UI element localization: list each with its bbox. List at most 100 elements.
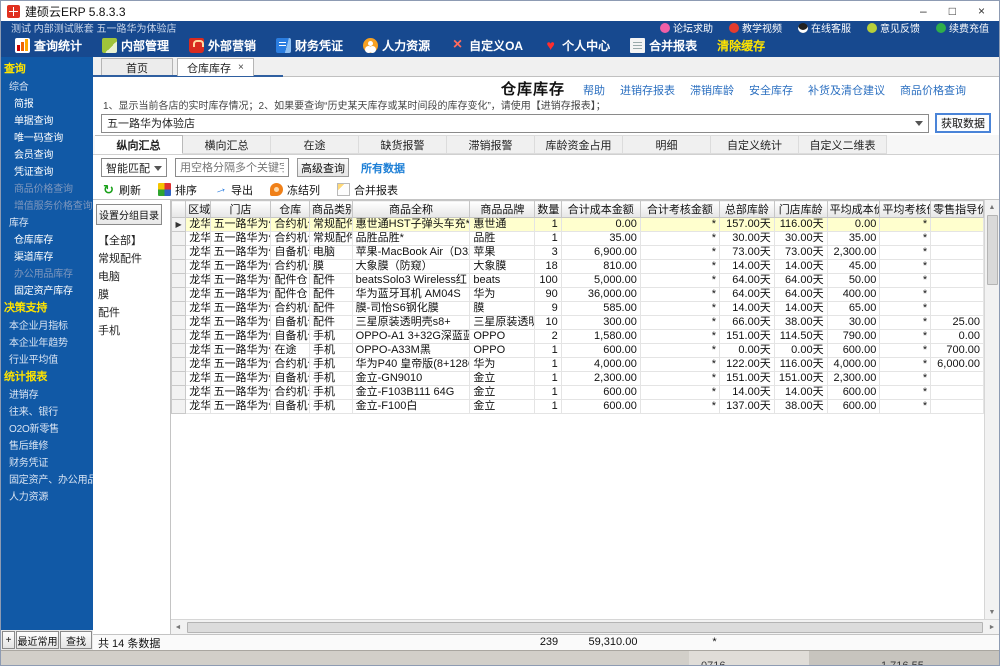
group-item[interactable]: 手机 xyxy=(96,321,167,339)
group-item[interactable]: 【全部】 xyxy=(96,231,167,249)
table-row[interactable]: 龙华五一路华为体验店在途手机OPPO-A33M黑OPPO1600.00*0.00… xyxy=(172,344,984,358)
sidebar-item[interactable]: 本企业年趋势 xyxy=(1,333,93,350)
sidebar-add-button[interactable]: + xyxy=(2,631,15,649)
sidebar-item[interactable]: 凭证查询 xyxy=(1,162,93,179)
toolbar-button[interactable]: 合并报表 xyxy=(337,182,398,198)
table-row[interactable]: ▶龙华五一路华为体验店合约机仓常规配件惠世通HST子弹头车充*惠世通10.00*… xyxy=(172,218,984,232)
scroll-down-icon[interactable]: ▼ xyxy=(985,605,999,619)
subtab[interactable]: 库龄资金占用 xyxy=(535,135,623,154)
subtab[interactable]: 横向汇总 xyxy=(183,135,271,154)
sidebar-item[interactable]: 综合 xyxy=(1,77,93,94)
column-header[interactable]: 平均成本价 xyxy=(827,201,880,218)
menu-item[interactable]: 人力资源 xyxy=(353,34,440,57)
match-mode-select[interactable]: 智能匹配 xyxy=(101,158,167,177)
sidebar-item[interactable]: O2O新零售 xyxy=(1,419,93,436)
subtab[interactable]: 在途 xyxy=(271,135,359,154)
store-select[interactable]: 五一路华为体验店 xyxy=(101,114,929,133)
column-header[interactable]: 商品全称 xyxy=(352,201,470,218)
page-link[interactable]: 进销存报表 xyxy=(620,82,675,98)
column-header[interactable]: 门店 xyxy=(210,201,271,218)
subtab[interactable]: 缺货报警 xyxy=(359,135,447,154)
recent-items-button[interactable]: 最近常用 xyxy=(16,631,59,649)
scroll-right-icon[interactable]: ► xyxy=(985,620,999,634)
sidebar-item[interactable]: 渠道库存 xyxy=(1,247,93,264)
sidebar-item[interactable]: 售后维修 xyxy=(1,436,93,453)
vertical-scrollbar[interactable]: ▲ ▼ xyxy=(984,200,999,619)
sidebar-item[interactable]: 往来、银行 xyxy=(1,402,93,419)
page-link[interactable]: 补货及清仓建议 xyxy=(808,82,885,98)
sidebar-item[interactable]: 简报 xyxy=(1,94,93,111)
subtab[interactable]: 纵向汇总 xyxy=(95,135,183,154)
column-header[interactable]: 零售指导价 xyxy=(931,201,984,218)
column-header[interactable]: 合计成本金额 xyxy=(561,201,640,218)
table-row[interactable]: 龙华五一路华为体验店合约机仓手机华为P40 皇帝版(8+128G)墨玉黑华为14… xyxy=(172,358,984,372)
help-link[interactable]: 教学视频 xyxy=(729,20,782,35)
tab[interactable]: 首页 xyxy=(101,58,173,76)
column-header[interactable]: 仓库 xyxy=(271,201,310,218)
column-header[interactable]: 商品类别 xyxy=(310,201,353,218)
sidebar-item[interactable]: 人力资源 xyxy=(1,487,93,504)
help-link[interactable]: 在线客服 xyxy=(798,20,851,35)
menu-item[interactable]: 外部营销 xyxy=(179,34,266,57)
sidebar-item[interactable]: 财务凭证 xyxy=(1,453,93,470)
sidebar-item[interactable]: 仓库库存 xyxy=(1,230,93,247)
sidebar-item[interactable]: 单据查询 xyxy=(1,111,93,128)
page-link[interactable]: 商品价格查询 xyxy=(900,82,966,98)
help-link[interactable]: 论坛求助 xyxy=(660,20,713,35)
horizontal-scrollbar-thumb[interactable] xyxy=(187,622,983,633)
menu-item[interactable]: 财务凭证 xyxy=(266,34,353,57)
table-row[interactable]: 龙华五一路华为体验店配件仓配件华为蓝牙耳机 AM04S华为9036,000.00… xyxy=(172,288,984,302)
group-item[interactable]: 膜 xyxy=(96,285,167,303)
close-button[interactable]: × xyxy=(978,4,985,18)
menu-item[interactable]: 查询统计 xyxy=(5,34,92,57)
menu-item[interactable]: 自定义OA xyxy=(440,34,533,57)
column-header[interactable]: 总部库龄 xyxy=(720,201,775,218)
fetch-data-button[interactable]: 获取数据 xyxy=(935,113,991,133)
sidebar-item[interactable]: 会员查询 xyxy=(1,145,93,162)
advanced-search-button[interactable]: 高级查询 xyxy=(297,158,349,177)
toolbar-button[interactable]: 冻结列 xyxy=(270,182,320,198)
scroll-up-icon[interactable]: ▲ xyxy=(985,200,999,214)
subtab[interactable]: 明细 xyxy=(623,135,711,154)
menu-item[interactable]: 清除缓存 xyxy=(707,34,775,57)
table-row[interactable]: 龙华五一路华为体验店合约机仓膜大象膜（防窥）大象膜18810.00*14.00天… xyxy=(172,260,984,274)
horizontal-scrollbar[interactable]: ◄ ► xyxy=(171,619,999,634)
sidebar-item[interactable]: 固定资产、办公用品 xyxy=(1,470,93,487)
column-header[interactable]: 区域 xyxy=(186,201,210,218)
find-button[interactable]: 查找 xyxy=(60,631,92,649)
page-link[interactable]: 安全库存 xyxy=(749,82,793,98)
subtab[interactable]: 自定义统计 xyxy=(711,135,799,154)
subtab[interactable]: 滞销报警 xyxy=(447,135,535,154)
sidebar-item[interactable]: 本企业月指标 xyxy=(1,316,93,333)
table-row[interactable]: 龙华五一路华为体验店合约机仓常规配件品胜品胜*品胜135.00*30.00天30… xyxy=(172,232,984,246)
group-item[interactable]: 配件 xyxy=(96,303,167,321)
menu-item[interactable]: 个人中心 xyxy=(533,34,620,57)
column-header[interactable]: 门店库龄 xyxy=(774,201,827,218)
table-row[interactable]: 龙华五一路华为体验店自备机仓手机金立-F100白金立1600.00*137.00… xyxy=(172,400,984,414)
table-row[interactable]: 龙华五一路华为体验店合约机仓配件膜-司怡S6钢化膜膜9585.00*14.00天… xyxy=(172,302,984,316)
toolbar-button[interactable]: 刷新 xyxy=(102,182,141,198)
sidebar-item[interactable]: 行业平均值 xyxy=(1,350,93,367)
subtab[interactable]: 自定义二维表 xyxy=(799,135,887,154)
set-group-catalog-button[interactable]: 设置分组目录 xyxy=(96,204,162,225)
help-link[interactable]: 意见反馈 xyxy=(867,20,920,35)
table-row[interactable]: 龙华五一路华为体验店自备机仓手机OPPO-A1 3+32G深蓝蓝OPPO21,5… xyxy=(172,330,984,344)
vertical-scrollbar-thumb[interactable] xyxy=(987,215,998,285)
page-link[interactable]: 滞销库龄 xyxy=(690,82,734,98)
column-header[interactable]: 平均考核价 xyxy=(880,201,931,218)
column-header[interactable]: 商品品牌 xyxy=(470,201,535,218)
column-header[interactable]: 数量 xyxy=(535,201,561,218)
sidebar-item[interactable]: 进销存 xyxy=(1,385,93,402)
toolbar-button[interactable]: 排序 xyxy=(158,182,197,198)
group-item[interactable]: 电脑 xyxy=(96,267,167,285)
group-item[interactable]: 常规配件 xyxy=(96,249,167,267)
sidebar-item[interactable]: 库存 xyxy=(1,213,93,230)
column-header[interactable]: 合计考核金额 xyxy=(640,201,719,218)
menu-item[interactable]: 合并报表 xyxy=(620,34,707,57)
minimize-button[interactable]: – xyxy=(920,4,927,18)
table-row[interactable]: 龙华五一路华为体验店自备机仓配件三星原装透明壳s8+三星原装透明壳10300.0… xyxy=(172,316,984,330)
toolbar-button[interactable]: 导出 xyxy=(214,182,253,198)
keyword-input[interactable] xyxy=(175,158,289,177)
menu-item[interactable]: 内部管理 xyxy=(92,34,179,57)
tab[interactable]: 仓库库存× xyxy=(177,58,254,76)
